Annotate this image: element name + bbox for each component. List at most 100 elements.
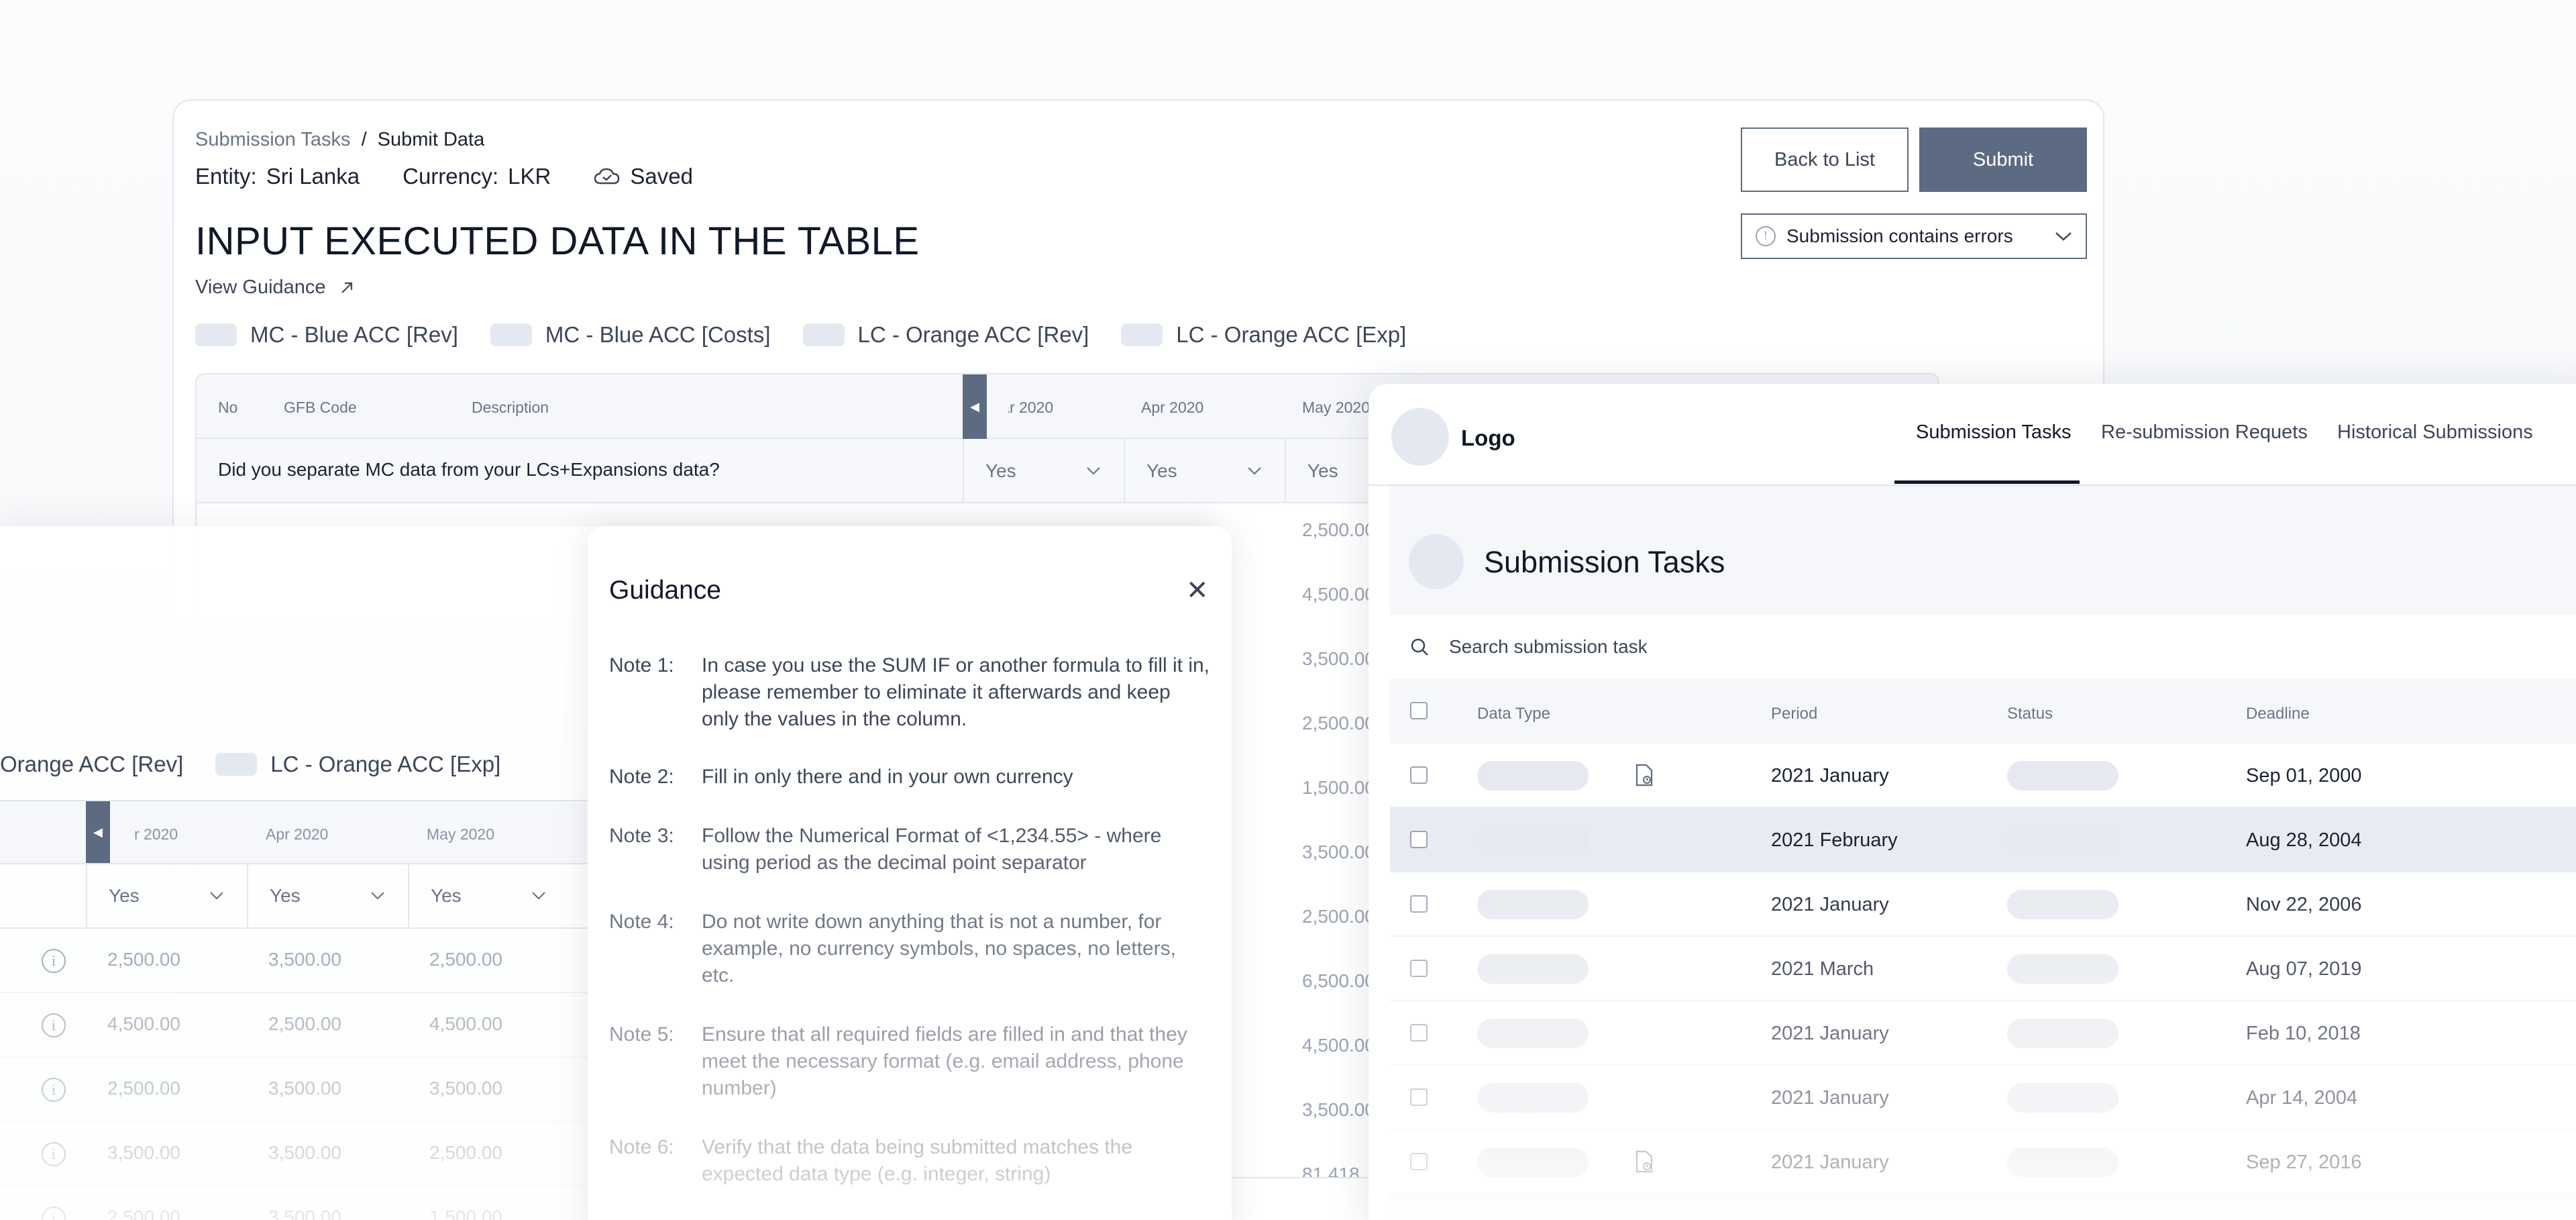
cell-value[interactable]: 3,500.00	[268, 1142, 341, 1164]
column-collapse-handle[interactable]: ◀	[86, 801, 110, 863]
col-may: May 2020	[1302, 399, 1371, 416]
cell-value[interactable]: 2,500.00	[107, 1207, 180, 1220]
status-badge	[2007, 890, 2118, 919]
table-row[interactable]: 2021 January Sep 01, 2000	[1390, 744, 2576, 808]
info-icon[interactable]: i	[42, 1013, 66, 1037]
cell-value[interactable]: 2,500.00	[107, 949, 180, 970]
answer-select[interactable]: Yes	[1124, 439, 1285, 503]
cell-value[interactable]: 2,500.00	[429, 1142, 502, 1164]
note-text: Follow the Numerical Format of <1,234.55…	[702, 825, 1162, 874]
answer-select[interactable]: Yes	[86, 864, 247, 927]
legend: Orange ACC [Rev] LC - Orange ACC [Exp]	[0, 752, 500, 777]
page-title: INPUT EXECUTED DATA IN THE TABLE	[195, 219, 920, 263]
row-checkbox[interactable]	[1410, 1088, 1428, 1106]
info-icon[interactable]: i	[42, 1142, 66, 1166]
breadcrumb-parent-link[interactable]: Submission Tasks	[195, 129, 351, 151]
answer-select[interactable]: Yes	[247, 864, 408, 927]
view-guidance-label: View Guidance	[195, 276, 326, 298]
table-row[interactable]: 2021 January Nov 22, 2006	[1390, 872, 2576, 937]
col-mar: Mar 2020	[988, 399, 1054, 416]
tab-resubmission-requests[interactable]: Re-submission Requets	[2101, 421, 2308, 444]
col-may: May 2020	[427, 825, 495, 843]
deadline-cell: Nov 22, 2006	[2246, 894, 2362, 915]
row-checkbox[interactable]	[1410, 960, 1428, 977]
cloud-icon	[594, 168, 620, 185]
panel-header: Logo Submission Tasks Re-submission Requ…	[1368, 384, 2576, 486]
table-row[interactable]: 2021 February Aug 28, 2004	[1390, 808, 2576, 872]
close-icon[interactable]: ✕	[1186, 577, 1209, 604]
question-row: Yes Yes Yes	[0, 864, 604, 929]
cell-value[interactable]: 2,500.00	[107, 1078, 180, 1099]
cell-value[interactable]: 1,500.00	[429, 1207, 502, 1220]
logo-text: Logo	[1461, 425, 1515, 450]
table-row[interactable]: 2021 January Apr 14, 2004	[1390, 1066, 2576, 1130]
col-apr: Apr 2020	[1141, 399, 1204, 416]
cell-value[interactable]: 3,500.00	[107, 1142, 180, 1164]
cell-value[interactable]: 4,500.00	[429, 1013, 502, 1035]
cell-value[interactable]: 3,500.00	[268, 949, 341, 970]
cell-value[interactable]: 2,500.00	[429, 949, 502, 970]
errors-dropdown[interactable]: ! Submission contains errors	[1741, 213, 2087, 259]
tab-historical-submissions[interactable]: Historical Submissions	[2337, 421, 2533, 444]
table-row[interactable]: 2021 March Aug 07, 2019	[1390, 937, 2576, 1001]
cell-value: 1,500.00	[1302, 777, 1375, 798]
data-type-placeholder	[1477, 761, 1589, 791]
guidance-modal: Guidance ✕ Note 1: In case you use the SU…	[588, 526, 1232, 1220]
submit-button[interactable]: Submit	[1919, 128, 2087, 192]
currency-label: Currency:	[402, 164, 499, 189]
errors-dropdown-label: Submission contains errors	[1786, 225, 2013, 246]
legend-label: Orange ACC [Rev]	[0, 752, 184, 776]
row-checkbox[interactable]	[1410, 766, 1428, 784]
search-bar[interactable]: Search submission task	[1390, 615, 2576, 679]
col-no: No	[218, 399, 238, 416]
note-label: Note 1:	[609, 654, 674, 676]
search-input[interactable]: Search submission task	[1449, 636, 1648, 658]
cell-value[interactable]: 3,500.00	[429, 1078, 502, 1099]
answer-select[interactable]: Yes	[963, 439, 1124, 503]
note-text: Fill in only there and in your own curre…	[702, 766, 1073, 788]
cell-value: 2,500.00	[1302, 713, 1375, 733]
saved-label: Saved	[630, 164, 693, 189]
chevron-down-icon	[210, 892, 223, 900]
cell-value: 2,500.00	[1302, 519, 1375, 540]
question-text: Did you separate MC data from your LCs+E…	[218, 459, 720, 480]
note-label: Note 4:	[609, 911, 674, 933]
row-checkbox[interactable]	[1410, 1024, 1428, 1041]
answer-value: Yes	[985, 460, 1016, 481]
legend-label: LC - Orange ACC [Exp]	[1176, 322, 1407, 347]
view-guidance-link[interactable]: View Guidance	[195, 276, 354, 299]
guidance-note: Note 5: Ensure that all required fields a…	[609, 1021, 1213, 1102]
tab-submission-tasks[interactable]: Submission Tasks	[1916, 421, 2072, 444]
period-cell: 2021 January	[1771, 1023, 1889, 1044]
legend-swatch	[802, 323, 845, 346]
status-badge	[2007, 1019, 2118, 1048]
row-checkbox[interactable]	[1410, 831, 1428, 848]
info-icon[interactable]: i	[42, 949, 66, 973]
cell-value[interactable]: 3,500.00	[268, 1078, 341, 1099]
table-row[interactable]: 2021 January Sep 27, 2016	[1390, 1130, 2576, 1194]
legend-swatch	[215, 753, 258, 776]
cell-value[interactable]: 3,500.00	[268, 1207, 341, 1220]
answer-select[interactable]: Yes	[408, 864, 569, 927]
table-row[interactable]: 2021 January Feb 10, 2018	[1390, 1001, 2576, 1066]
period-cell: 2021 February	[1771, 829, 1898, 851]
info-icon[interactable]: i	[42, 1078, 66, 1102]
select-all-checkbox[interactable]	[1410, 702, 1428, 719]
section-avatar	[1409, 534, 1464, 589]
cell-value: 4,500.00	[1302, 1035, 1375, 1056]
status-badge	[2007, 825, 2118, 855]
row-checkbox[interactable]	[1410, 895, 1428, 913]
col-deadline: Deadline	[2246, 705, 2310, 723]
back-to-list-button[interactable]: Back to List	[1741, 128, 1909, 192]
document-icon[interactable]	[1634, 1150, 1654, 1173]
note-text: Verify that the data being submitted mat…	[702, 1136, 1133, 1185]
legend-item: Orange ACC [Rev]	[0, 752, 183, 777]
cell-value[interactable]: 2,500.00	[268, 1013, 341, 1035]
document-icon[interactable]	[1634, 764, 1654, 786]
row-checkbox[interactable]	[1410, 1153, 1428, 1170]
info-icon[interactable]: i	[42, 1207, 66, 1220]
cell-value[interactable]: 4,500.00	[107, 1013, 180, 1035]
column-collapse-handle[interactable]: ◀	[963, 374, 987, 439]
external-link-icon	[341, 282, 352, 293]
deadline-cell: Sep 27, 2016	[2246, 1152, 2362, 1173]
